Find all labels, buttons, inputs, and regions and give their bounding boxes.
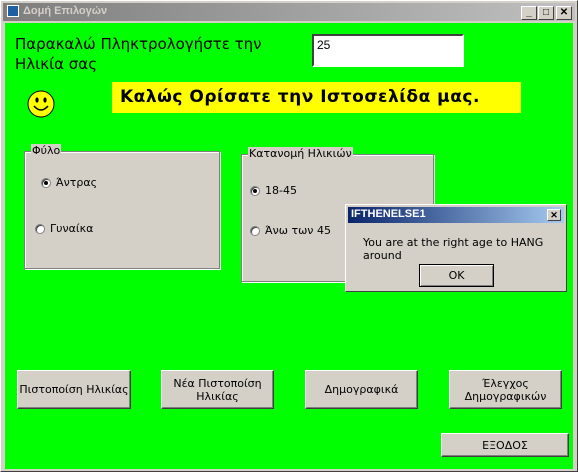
smiley-face-icon [27,90,55,118]
dialog-ok-button[interactable]: OK [419,264,494,287]
radio-age-over-45-indicator[interactable] [250,225,260,236]
radio-female-indicator[interactable] [35,223,45,234]
radio-female[interactable]: Γυναίκα [35,222,93,235]
dialog-close-button[interactable]: ✕ [547,209,561,221]
maximize-button[interactable]: □ [538,6,554,20]
new-verify-age-label-line2: Ηλικίας [196,389,239,403]
window-title: Δομή Επιλογών [23,5,108,17]
verify-age-button-label: Πιστοποίση Ηλικίας [19,383,129,396]
radio-age-over-45-label: Άνω των 45 [265,224,331,237]
exit-button-label: ΕΞΟΔΟΣ [482,438,528,452]
dialog-title: IFTHENELSE1 [351,208,426,220]
radio-age-over-45[interactable]: Άνω των 45 [250,224,331,237]
title-bar[interactable]: Δομή Επιλογών _ □ ✕ [3,3,575,21]
exit-button[interactable]: ΕΞΟΔΟΣ [441,433,569,457]
message-dialog: IFTHENELSE1 ✕ You are at the right age t… [345,204,567,292]
radio-age-18-45[interactable]: 18-45 [250,184,297,197]
close-button[interactable]: ✕ [556,6,572,20]
radio-male[interactable]: Άντρας [41,176,97,189]
radio-male-indicator[interactable] [41,177,51,188]
demographics-button-label: Δημογραφικά [324,383,399,396]
new-verify-age-button[interactable]: Νέα Πιστοποίση Ηλικίας [161,370,274,409]
dialog-title-bar[interactable]: IFTHENELSE1 ✕ [348,207,564,223]
radio-age-18-45-indicator[interactable] [250,185,260,196]
check-demographics-label-line1: Έλεγχος [482,376,529,390]
demographics-button[interactable]: Δημογραφικά [305,370,418,409]
radio-female-label: Γυναίκα [50,222,94,235]
welcome-banner: Καλώς Ορίσατε την Ιστοσελίδα μας. [112,82,521,113]
age-input[interactable]: 25 [312,34,464,67]
app-icon[interactable] [7,5,19,17]
radio-age-18-45-label: 18-45 [265,184,297,197]
verify-age-button[interactable]: Πιστοποίση Ηλικίας [17,370,131,409]
age-prompt-line2: Ηλικία σας [15,55,98,73]
radio-male-label: Άντρας [56,176,98,189]
check-demographics-button[interactable]: Έλεγχος Δημογραφικών [449,370,562,409]
age-range-frame-label: Κατανομή Ηλικιών [248,147,353,160]
check-demographics-label-line2: Δημογραφικών [464,389,547,403]
minimize-button[interactable]: _ [521,6,537,20]
main-window: Δομή Επιλογών _ □ ✕ Παρακαλώ Πληκτρολογή… [0,0,578,472]
age-prompt-line1: Παρακαλώ Πληκτρολογήστε την [15,35,262,53]
dialog-message: You are at the right age to HANG around [363,236,544,262]
gender-frame-label: Φύλο [31,144,62,157]
age-prompt: Παρακαλώ Πληκτρολογήστε την Ηλικία σας [15,34,262,74]
form-client-area: Παρακαλώ Πληκτρολογήστε την Ηλικία σας 2… [5,23,573,469]
new-verify-age-label-line1: Νέα Πιστοποίση [173,376,262,390]
gender-frame: Φύλο Άντρας Γυναίκα [24,144,220,269]
